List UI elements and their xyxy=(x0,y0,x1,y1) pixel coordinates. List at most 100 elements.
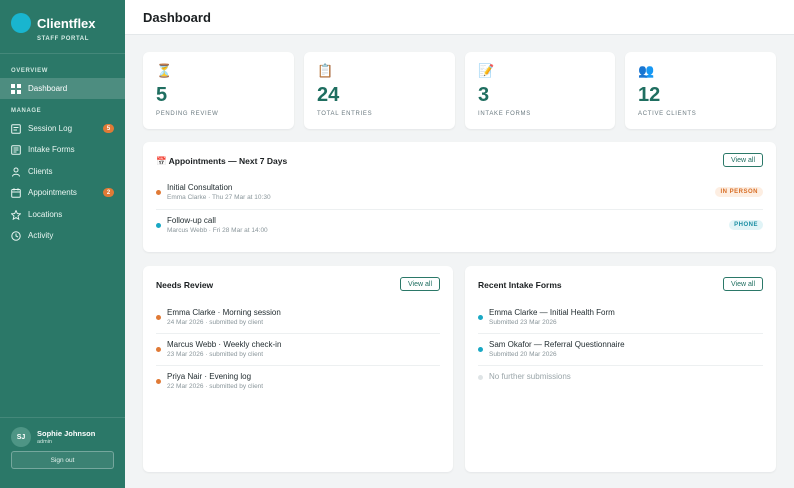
sidebar-item-label: Activity xyxy=(28,231,54,240)
recent-intake-title: Recent Intake Forms xyxy=(478,280,562,290)
row-divider xyxy=(478,365,763,366)
stat-label: ACTIVE CLIENTS xyxy=(638,111,697,117)
status-dot xyxy=(478,375,483,380)
brand[interactable]: Clientflex xyxy=(11,13,96,33)
status-dot xyxy=(156,347,161,352)
row-divider xyxy=(156,365,440,366)
sidebar: Clientflex STAFF PORTAL OVERVIEW Dashboa… xyxy=(0,0,125,488)
sidebar-divider xyxy=(0,53,125,54)
stat-card-active-clients[interactable]: 👥 12 ACTIVE CLIENTS xyxy=(625,52,776,129)
needs-review-title: Needs Review xyxy=(156,280,214,290)
appointment-row[interactable]: Follow-up call Marcus Webb · Fri 28 Mar … xyxy=(156,213,763,245)
grid-icon xyxy=(11,83,21,94)
memo-icon: 📝 xyxy=(478,63,495,78)
sidebar-item-dashboard[interactable]: Dashboard xyxy=(0,78,125,99)
user-icon xyxy=(11,167,21,177)
review-details: 22 Mar 2026 · submitted by client xyxy=(167,383,264,390)
appointment-title: Follow-up call xyxy=(167,216,216,225)
appointment-row[interactable]: Initial Consultation Emma Clarke · Thu 2… xyxy=(156,180,763,212)
needs-review-card: Needs Review View all Emma Clarke · Morn… xyxy=(143,266,453,472)
sidebar-item-label: Appointments xyxy=(28,188,77,197)
appointments-view-all-button[interactable]: View all xyxy=(723,153,763,167)
stat-value: 12 xyxy=(638,84,661,106)
appointments-badge: 2 xyxy=(103,188,114,197)
appointment-details: Marcus Webb · Fri 28 Mar at 14:00 xyxy=(167,227,268,234)
status-dot xyxy=(478,315,483,320)
row-divider xyxy=(156,333,440,334)
sign-out-button[interactable]: Sign out xyxy=(11,451,114,469)
row-divider xyxy=(156,209,763,210)
clipboard-icon: 📋 xyxy=(317,63,334,78)
status-dot xyxy=(156,379,161,384)
intake-title: Emma Clarke — Initial Health Form xyxy=(489,308,615,317)
section-label-manage: MANAGE xyxy=(11,108,42,114)
appointment-title: Initial Consultation xyxy=(167,183,233,192)
appointments-title-text: Appointments — Next 7 Days xyxy=(168,156,288,166)
review-details: 24 Mar 2026 · submitted by client xyxy=(167,319,264,326)
intake-details: Submitted 23 Mar 2026 xyxy=(489,319,557,326)
stat-label: INTAKE FORMS xyxy=(478,111,531,117)
calendar-icon xyxy=(11,187,21,198)
sidebar-item-clients[interactable]: Clients xyxy=(0,161,125,182)
avatar: SJ xyxy=(11,427,31,447)
recent-intake-view-all-button[interactable]: View all xyxy=(723,277,763,291)
stat-label: PENDING REVIEW xyxy=(156,111,219,117)
session-log-badge: 5 xyxy=(103,124,114,133)
hourglass-icon: ⏳ xyxy=(156,63,173,78)
sidebar-item-label: Clients xyxy=(28,167,53,176)
intake-details: Submitted 20 Mar 2026 xyxy=(489,351,557,358)
stat-label: TOTAL ENTRIES xyxy=(317,111,373,117)
intake-empty-row: No further submissions xyxy=(478,370,763,402)
intake-title: Sam Okafor — Referral Questionnaire xyxy=(489,340,625,349)
user-name: Sophie Johnson xyxy=(37,429,96,438)
sidebar-item-session-log[interactable]: Session Log 5 xyxy=(0,118,125,139)
review-details: 23 Mar 2026 · submitted by client xyxy=(167,351,264,358)
people-icon: 👥 xyxy=(638,63,655,78)
sidebar-item-appointments[interactable]: Appointments 2 xyxy=(0,182,125,203)
appointment-type-badge: IN PERSON xyxy=(715,187,763,197)
stat-value: 5 xyxy=(156,84,168,106)
brand-name: Clientflex xyxy=(37,15,96,31)
sidebar-item-label: Locations xyxy=(28,210,63,219)
sidebar-item-locations[interactable]: Locations xyxy=(0,204,125,225)
log-icon xyxy=(11,123,21,134)
stat-card-intake-forms[interactable]: 📝 3 INTAKE FORMS xyxy=(465,52,615,129)
appointment-type-badge: PHONE xyxy=(729,220,763,230)
appointments-title: 📅 Appointments — Next 7 Days xyxy=(156,156,287,167)
sidebar-item-label: Intake Forms xyxy=(28,145,75,154)
review-row[interactable]: Priya Nair · Evening log 22 Mar 2026 · s… xyxy=(156,370,440,402)
calendar-icon: 📅 xyxy=(156,156,167,166)
appointments-card: 📅 Appointments — Next 7 Days View all In… xyxy=(143,142,776,252)
sidebar-item-intake-forms[interactable]: Intake Forms xyxy=(0,139,125,160)
status-dot xyxy=(156,223,161,228)
empty-state-text: No further submissions xyxy=(489,372,571,381)
page-title: Dashboard xyxy=(143,10,211,25)
user-profile[interactable]: SJ Sophie Johnson admin xyxy=(11,427,95,447)
review-title: Emma Clarke · Morning session xyxy=(167,308,281,317)
row-divider xyxy=(478,333,763,334)
sidebar-item-label: Dashboard xyxy=(28,84,68,93)
review-title: Priya Nair · Evening log xyxy=(167,372,252,381)
sidebar-item-label: Session Log xyxy=(28,124,73,133)
needs-review-view-all-button[interactable]: View all xyxy=(400,277,440,291)
brand-subtitle: STAFF PORTAL xyxy=(37,36,89,42)
clock-icon xyxy=(11,230,21,241)
recent-intake-forms-card: Recent Intake Forms View all Emma Clarke… xyxy=(465,266,776,472)
sidebar-bottom-divider xyxy=(0,417,125,418)
stat-card-pending-review[interactable]: ⏳ 5 PENDING REVIEW xyxy=(143,52,294,129)
sidebar-item-activity[interactable]: Activity xyxy=(0,225,125,246)
brand-logo-icon xyxy=(11,13,31,33)
status-dot xyxy=(478,347,483,352)
appointment-details: Emma Clarke · Thu 27 Mar at 10:30 xyxy=(167,194,271,201)
stat-value: 3 xyxy=(478,84,490,106)
review-title: Marcus Webb · Weekly check-in xyxy=(167,340,282,349)
stat-card-total-entries[interactable]: 📋 24 TOTAL ENTRIES xyxy=(304,52,455,129)
form-icon xyxy=(11,144,21,155)
section-label-overview: OVERVIEW xyxy=(11,68,49,74)
status-dot xyxy=(156,190,161,195)
stat-value: 24 xyxy=(317,84,340,106)
star-icon xyxy=(11,209,21,220)
status-dot xyxy=(156,315,161,320)
topbar: Dashboard xyxy=(125,0,794,35)
user-role: admin xyxy=(37,439,52,445)
